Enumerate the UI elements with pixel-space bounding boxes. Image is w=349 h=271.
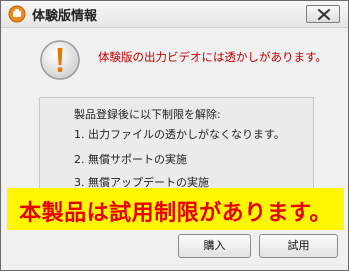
info-heading: 製品登録後に以下制限を解除: (74, 108, 221, 121)
info-item: 2. 無償サポートの実施 (74, 153, 187, 166)
dialog-window: 体験版情報 体験版の出力ビデオには透かしがあります。 製品登録後に以下制限を解除… (0, 0, 349, 271)
trial-button[interactable]: 試用 (259, 234, 338, 258)
trial-limit-banner: 本製品は試用制限があります。 (7, 188, 344, 230)
info-box: 製品登録後に以下制限を解除: 1. 出力ファイルの透かしがなくなります。 2. … (39, 97, 314, 197)
close-icon (318, 9, 330, 20)
banner-text: 本製品は試用制限があります。 (19, 201, 332, 226)
trial-message: 体験版の出力ビデオには透かしがあります。 (98, 50, 327, 64)
window-title: 体験版情報 (32, 9, 98, 24)
app-icon (8, 5, 26, 23)
title-bar[interactable]: 体験版情報 (1, 1, 348, 28)
buy-button[interactable]: 購入 (178, 234, 251, 258)
info-item: 1. 出力ファイルの透かしがなくなります。 (74, 128, 285, 141)
warning-icon (39, 39, 81, 81)
close-button[interactable] (306, 5, 340, 23)
